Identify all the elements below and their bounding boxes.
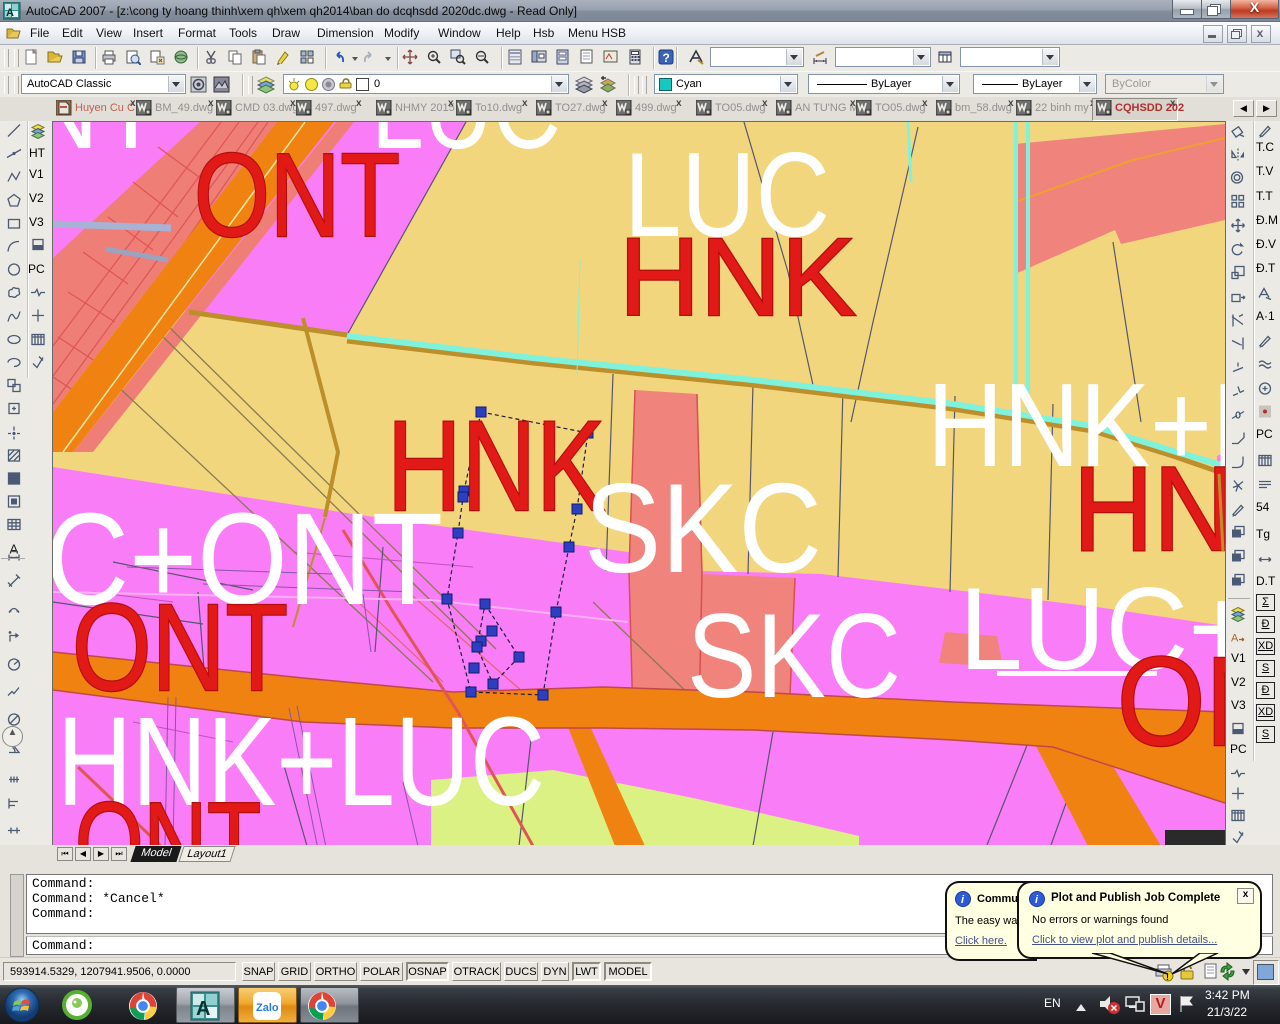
svg-text:A: A (6, 7, 14, 19)
svg-text:A: A (1231, 633, 1239, 645)
svg-text:HNK: HNK (1073, 442, 1226, 576)
svg-text:HNK: HNK (619, 216, 856, 339)
svg-text:?: ? (663, 51, 670, 65)
svg-text:ONT: ONT (1117, 631, 1226, 772)
svg-text:LUC: LUC (371, 121, 561, 173)
svg-text:Zalo: Zalo (256, 1002, 279, 1014)
svg-text:ONT: ONT (194, 129, 400, 262)
svg-text:SKC: SKC (584, 457, 822, 599)
svg-text:SKC: SKC (687, 589, 901, 723)
svg-text:ONT: ONT (75, 780, 261, 847)
svg-text:NT: NT (52, 121, 163, 173)
svg-text:A: A (196, 998, 210, 1020)
